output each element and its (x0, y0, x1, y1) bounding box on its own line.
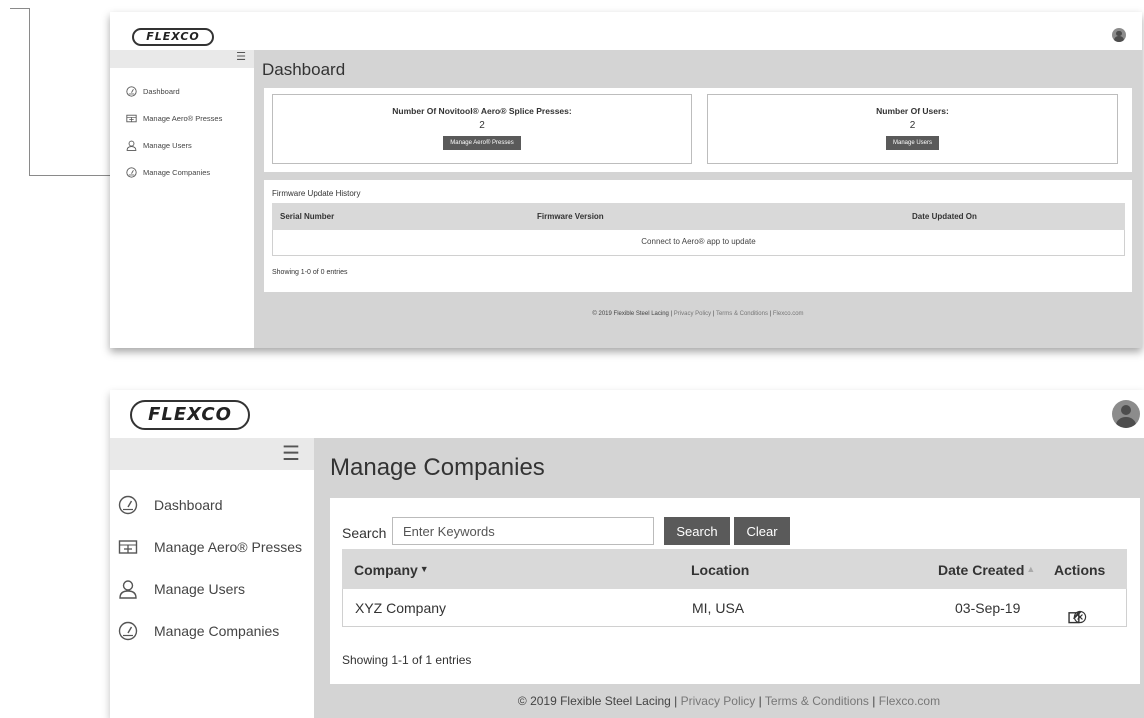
sidebar-item-label: Manage Companies (154, 623, 280, 639)
column-header-date-created[interactable]: Date Created ▲ (938, 562, 1035, 578)
flexco-logo: FLEXCO (132, 28, 214, 46)
page-title: Dashboard (262, 60, 346, 79)
avatar[interactable] (1112, 28, 1126, 42)
search-input[interactable] (392, 517, 654, 545)
sidebar-item-label: Manage Users (143, 141, 192, 150)
footer: © 2019 Flexible Steel Lacing | Privacy P… (314, 694, 1144, 708)
footer-copyright: © 2019 Flexible Steel Lacing (592, 311, 669, 317)
sidebar-item-label: Manage Aero® Presses (154, 539, 303, 555)
sidebar-item-label: Manage Aero® Presses (143, 114, 223, 123)
sidebar-header: ☰ (110, 438, 314, 470)
gauge-icon (126, 86, 137, 97)
sidebar-item-manage-companies[interactable]: Manage Companies (110, 610, 314, 652)
sidebar-item-manage-presses[interactable]: Manage Aero® Presses (110, 105, 254, 132)
sort-desc-icon: ▼ (419, 564, 429, 574)
sidebar-item-manage-presses[interactable]: Manage Aero® Presses (110, 526, 314, 568)
column-header-actions: Actions (1054, 562, 1106, 578)
stats-panel: Number Of Novitool® Aero® Splice Presses… (264, 88, 1132, 172)
flexco-logo: FLEXCO (130, 400, 250, 430)
press-icon (126, 113, 137, 124)
sidebar-item-manage-users[interactable]: Manage Users (110, 568, 314, 610)
column-header-label: Company (354, 562, 418, 578)
privacy-policy-link[interactable]: Privacy Policy (674, 311, 711, 317)
companies-panel: Search Search Clear Company▼ Location Da… (330, 498, 1140, 684)
column-header-location[interactable]: Location (691, 562, 749, 578)
gauge-icon (126, 167, 137, 178)
users-count-card: Number Of Users: 2 Manage Users (707, 94, 1118, 164)
manage-users-button[interactable]: Manage Users (885, 136, 940, 150)
sidebar-item-manage-companies[interactable]: Manage Companies (110, 159, 254, 186)
sidebar-nav: Dashboard Manage Aero® Presses Manage Us… (110, 470, 314, 652)
cell-date-created: 03-Sep-19 (955, 600, 1021, 616)
dashboard-screenshot: FLEXCO ☰ Dashboard Manage Aero® Presses … (110, 12, 1142, 348)
section-title: Firmware Update History (272, 189, 361, 198)
sidebar-item-dashboard[interactable]: Dashboard (110, 484, 314, 526)
column-header-company[interactable]: Company ▼ (354, 562, 429, 578)
footer-separator: | (868, 694, 879, 708)
hamburger-icon[interactable]: ☰ (282, 441, 300, 465)
dashboard-main: Dashboard Number Of Novitool® Aero® Spli… (254, 50, 1142, 348)
sidebar-header: ☰ (110, 50, 254, 68)
footer-copyright: © 2019 Flexible Steel Lacing (517, 694, 671, 708)
privacy-policy-link[interactable]: Privacy Policy (681, 694, 756, 708)
sidebar-item-label: Dashboard (154, 497, 223, 513)
terms-link[interactable]: Terms & Conditions (716, 311, 768, 317)
flexco-com-link[interactable]: Flexco.com (879, 694, 940, 708)
user-icon (118, 579, 138, 599)
card-count: 2 (909, 120, 916, 131)
sort-asc-icon: ▲ (1026, 564, 1036, 574)
card-label: Number Of Users: (876, 106, 949, 116)
companies-main: Manage Companies Search Search Clear Com… (314, 438, 1144, 718)
sidebar: ☰ Dashboard Manage Aero® Presses Manage … (110, 50, 254, 348)
column-header-label: Date Created (938, 562, 1025, 578)
user-icon (126, 140, 137, 151)
sidebar-nav: Dashboard Manage Aero® Presses Manage Us… (110, 68, 254, 186)
sidebar-item-dashboard[interactable]: Dashboard (110, 78, 254, 105)
presses-count-card: Number Of Novitool® Aero® Splice Presses… (272, 94, 692, 164)
delete-icon[interactable] (1073, 610, 1087, 627)
card-count: 2 (479, 120, 485, 131)
table-row: XYZ Company MI, USA 03-Sep-19 (342, 589, 1127, 627)
sidebar: ☰ Dashboard Manage Aero® Presses Manage … (110, 438, 314, 718)
manage-presses-button[interactable]: Manage Aero® Presses (443, 136, 521, 150)
footer: © 2019 Flexible Steel Lacing | Privacy P… (254, 311, 1142, 317)
figure: FLEXCO ☰ Dashboard Manage Aero® Presses … (0, 0, 1144, 718)
empty-table-row: Connect to Aero® app to update (272, 230, 1125, 256)
hamburger-icon[interactable]: ☰ (236, 50, 246, 63)
column-header-date-updated[interactable]: Date Updated On (912, 212, 977, 221)
entries-count: Showing 1-1 of 1 entries (342, 653, 472, 667)
flexco-com-link[interactable]: Flexco.com (773, 311, 804, 317)
table-header: Serial Number Firmware Version Date Upda… (272, 203, 1125, 230)
entries-count: Showing 1-0 of 0 entries (272, 269, 348, 276)
gauge-icon (118, 495, 138, 515)
gauge-icon (118, 621, 138, 641)
callout-line (29, 175, 113, 176)
sidebar-item-label: Manage Users (154, 581, 246, 597)
press-icon (118, 537, 138, 557)
column-header-serial[interactable]: Serial Number (280, 212, 334, 221)
page-title: Manage Companies (330, 454, 545, 481)
cell-location: MI, USA (692, 600, 745, 616)
search-label: Search (342, 525, 387, 541)
column-header-firmware[interactable]: Firmware Version (537, 212, 604, 221)
card-label: Number Of Novitool® Aero® Splice Presses… (392, 106, 572, 116)
sidebar-item-manage-users[interactable]: Manage Users (110, 132, 254, 159)
callout-line (10, 8, 29, 9)
callout-line (29, 8, 30, 175)
manage-companies-screenshot: FLEXCO ☰ Dashboard Manage Aero® Presses … (110, 390, 1144, 718)
clear-button[interactable]: Clear (734, 517, 790, 545)
table-header: Company ▼ Location Date Created ▲ Actions (342, 549, 1127, 589)
cell-company: XYZ Company (355, 600, 447, 616)
terms-link[interactable]: Terms & Conditions (765, 694, 869, 708)
sidebar-item-label: Manage Companies (143, 168, 211, 177)
footer-separator: | (755, 694, 765, 708)
avatar[interactable] (1112, 400, 1140, 428)
search-button[interactable]: Search (664, 517, 730, 545)
sidebar-item-label: Dashboard (143, 87, 180, 96)
footer-separator: | (670, 694, 681, 708)
firmware-panel: Firmware Update History Serial Number Fi… (264, 180, 1132, 292)
